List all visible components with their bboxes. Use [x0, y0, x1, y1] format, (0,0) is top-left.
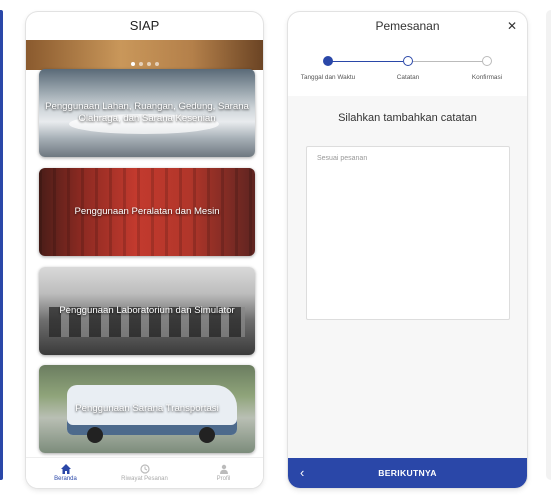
step-connector: [413, 61, 485, 62]
carousel-dot[interactable]: [146, 62, 151, 66]
nav-label: Riwayat Pesanan: [121, 476, 168, 482]
category-label: Penggunaan Peralatan dan Mesin: [74, 206, 220, 217]
home-icon: [26, 461, 105, 475]
nav-item-history[interactable]: Riwayat Pesanan: [105, 458, 184, 488]
category-card-equipment[interactable]: Penggunaan Peralatan dan Mesin: [39, 168, 255, 256]
notes-textarea[interactable]: Sesuai pesanan: [306, 146, 510, 320]
next-screenshot-edge: [546, 10, 551, 480]
order-screen: Pemesanan ✕ Tanggal dan Waktu Catatan Ko…: [288, 12, 527, 488]
previous-screenshot-edge: [0, 10, 3, 480]
nav-label: Beranda: [54, 476, 77, 482]
history-icon: [105, 461, 184, 475]
notes-section: Silahkan tambahkan catatan Sesuai pesana…: [288, 96, 527, 471]
step-label-date: Tanggal dan Waktu: [300, 74, 356, 81]
category-label: Penggunaan Sarana Transportasi: [75, 403, 219, 414]
nav-label: Profil: [216, 476, 231, 482]
close-icon[interactable]: ✕: [507, 12, 517, 40]
bottom-navigation: Beranda Riwayat Pesanan Profil: [26, 457, 263, 488]
nav-item-profile[interactable]: Profil: [184, 458, 263, 488]
category-card-laboratory[interactable]: Penggunaan Laboratorium dan Simulator: [39, 267, 255, 355]
carousel-indicator: [26, 62, 263, 66]
step-label-confirm: Konfirmasi: [471, 74, 503, 81]
image-carousel[interactable]: [26, 40, 263, 70]
category-card-transport[interactable]: Penggunaan Sarana Transportasi: [39, 365, 255, 453]
app-title: SIAP: [129, 18, 160, 33]
carousel-dot[interactable]: [154, 62, 159, 66]
page-title: Pemesanan: [375, 19, 440, 33]
home-screen: SIAP Penggunaan Lahan, Ruangan, Gedung, …: [26, 12, 263, 488]
nav-item-home[interactable]: Beranda: [26, 458, 105, 488]
category-label: Penggunaan Lahan, Ruangan, Gedung, Saran…: [45, 101, 249, 124]
step-todo-indicator: [482, 56, 492, 66]
notes-prompt: Silahkan tambahkan catatan: [338, 112, 477, 124]
progress-stepper: Tanggal dan Waktu Catatan Konfirmasi: [288, 40, 527, 95]
order-header: Pemesanan ✕: [288, 12, 527, 40]
notes-placeholder: Sesuai pesanan: [317, 155, 368, 162]
step-done-indicator: [323, 56, 333, 66]
step-label-notes: Catatan: [396, 74, 420, 81]
step-connector: [331, 61, 403, 62]
category-label: Penggunaan Laboratorium dan Simulator: [59, 305, 235, 316]
chevron-left-icon[interactable]: ‹: [300, 458, 304, 488]
step-current-indicator: [403, 56, 413, 66]
person-icon: [184, 461, 263, 475]
next-button[interactable]: BERIKUTNYA: [378, 468, 437, 478]
category-card-facilities[interactable]: Penggunaan Lahan, Ruangan, Gedung, Saran…: [39, 69, 255, 157]
action-bar: ‹ BERIKUTNYA: [288, 458, 527, 488]
carousel-dot[interactable]: [130, 62, 135, 66]
carousel-dot[interactable]: [138, 62, 143, 66]
